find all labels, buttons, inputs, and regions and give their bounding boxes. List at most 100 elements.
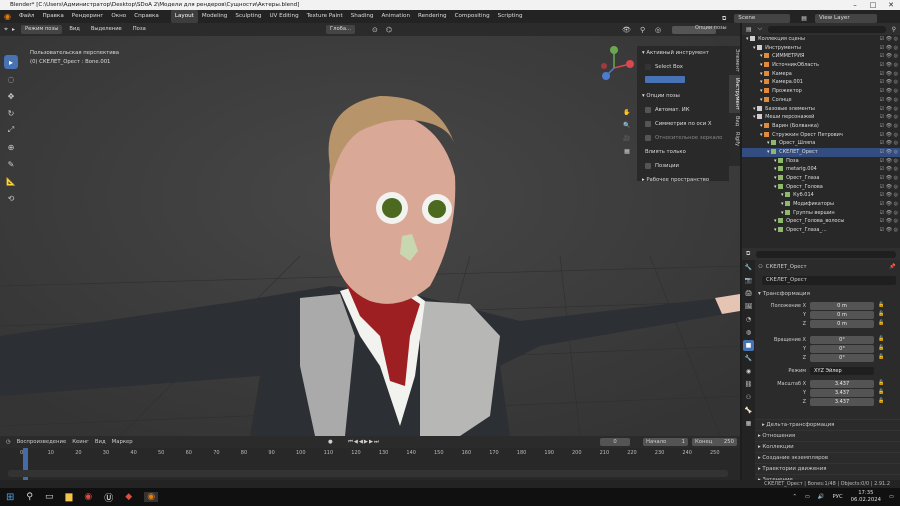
outliner-item[interactable]: ▾ Орест_Глаза ☑ 👁 ◎ [742, 174, 900, 183]
outliner-item[interactable]: ▾ Орест_Голова ☑ 👁 ◎ [742, 183, 900, 192]
zoom-icon[interactable]: ✋ [622, 107, 632, 117]
bone-properties-icon[interactable]: 🦴 [743, 405, 754, 416]
annotate-tool-icon[interactable]: ✎ [4, 157, 18, 171]
tab-layout[interactable]: Layout [170, 10, 198, 23]
properties-search-input[interactable] [756, 250, 896, 258]
windows-start-icon[interactable]: ⊞ [6, 492, 14, 503]
outliner-item[interactable]: ▾ Прожектор ☑ 👁 ◎ [742, 87, 900, 96]
timeline-editor-icon[interactable]: ◷ [6, 439, 11, 445]
x-mirror-checkbox[interactable]: Симметрия по оси X [637, 117, 729, 131]
select-mode-buttons[interactable] [645, 76, 685, 83]
timeline-area[interactable]: 0 10 20 30 40 50 60 70 80 90 100 110 120 130 140 150 160… [0, 448, 740, 480]
notifications-icon[interactable]: ▭ [889, 494, 894, 500]
pan-icon[interactable]: 🔍 [622, 120, 632, 130]
tab-compositing[interactable]: Compositing [451, 10, 494, 23]
physics-properties-icon[interactable]: ◉ [743, 366, 754, 377]
lock-icon[interactable]: 🔓 [878, 354, 884, 360]
menu-edit[interactable]: Правка [38, 10, 67, 23]
tool-properties-icon[interactable]: 🔧 [743, 262, 754, 273]
blender-taskbar-icon[interactable]: ◉ [144, 492, 159, 502]
blender-logo-icon[interactable]: ◉ [0, 10, 15, 23]
timeline-view-menu[interactable]: Вид [95, 439, 106, 445]
maximize-icon[interactable]: □ [864, 0, 882, 10]
transform-header[interactable]: ▾ Трансформация [742, 289, 900, 299]
task-view-icon[interactable]: ▭ [45, 492, 54, 502]
tab-sculpting[interactable]: Sculpting [231, 10, 265, 23]
playback-controls[interactable]: ⏮◀◀▶▶⏭ [348, 439, 380, 446]
visibility-toggle-icons[interactable]: ☑ 👁 ◎ [880, 44, 898, 53]
auto-ik-checkbox[interactable]: Автомат. ИК [637, 103, 729, 117]
delta-transform-header[interactable]: ▸ Дельта-трансформация [742, 419, 900, 430]
measure-tool-icon[interactable]: 📐 [4, 174, 18, 188]
tab-texture-paint[interactable]: Texture Paint [303, 10, 347, 23]
visibility-toggle-icons[interactable]: ☑ 👁 ◎ [880, 200, 898, 209]
properties-type-icon[interactable]: ⧉ [746, 250, 750, 258]
modifier-properties-icon[interactable]: 🔧 [743, 353, 754, 364]
outliner-type-icon[interactable]: ▤ [746, 26, 752, 33]
transform-field-rotation-y[interactable]: 0° [810, 345, 874, 353]
tab-scripting[interactable]: Scripting [494, 10, 527, 23]
tab-item[interactable]: Элемент [729, 46, 740, 75]
pivot-icon[interactable]: ⊙ [372, 26, 378, 34]
menu-pose[interactable]: Поза [129, 25, 150, 34]
marker-menu[interactable]: Маркер [112, 439, 133, 445]
rotate-tool-icon[interactable]: ↻ [4, 106, 18, 120]
outliner-item[interactable]: ▾ СИММЕТРИЯ ☑ 👁 ◎ [742, 52, 900, 61]
outliner-item[interactable]: ▾ Камера ☑ 👁 ◎ [742, 70, 900, 79]
transform-field-rotation-x[interactable]: 0° [810, 336, 874, 344]
3d-viewport[interactable]: ▸ ◌ ✥ ↻ ⤢ ⊕ ✎ 📐 ⟲ Пользовательская персп… [0, 36, 740, 436]
app-icon[interactable]: ◆ [125, 492, 132, 502]
outliner-item[interactable]: ▾ Базовые элементы ☑ 👁 ◎ [742, 105, 900, 114]
visibility-toggle-icons[interactable]: ☑ 👁 ◎ [880, 217, 898, 226]
lock-icon[interactable]: 🔓 [878, 380, 884, 386]
outliner-item[interactable]: ▾ Камера.001 ☑ 👁 ◎ [742, 78, 900, 87]
clock[interactable]: 17:35 06.02.2024 [851, 490, 881, 504]
minimize-icon[interactable]: – [846, 0, 864, 10]
property-section-header[interactable]: ▸ Отношения [742, 430, 900, 441]
filter-icon[interactable]: ⚲ [892, 26, 896, 33]
orientation-dropdown[interactable]: Глоба... [326, 25, 355, 34]
end-frame-field[interactable]: Конец 250 [692, 438, 737, 446]
menu-file[interactable]: Файл [15, 10, 38, 23]
menu-help[interactable]: Справка [130, 10, 163, 23]
constraint-properties-icon[interactable]: ⛓ [743, 379, 754, 390]
transform-field-location-y[interactable]: 0 m [810, 311, 874, 319]
outliner-item[interactable]: ▾ ИсточникОбласть ☑ 👁 ◎ [742, 61, 900, 70]
lock-icon[interactable]: 🔓 [878, 320, 884, 326]
outliner-item[interactable]: ▾ metarig.004 ☑ 👁 ◎ [742, 165, 900, 174]
lock-icon[interactable]: 🔓 [878, 302, 884, 308]
property-section-header[interactable]: ▸ Траектории движения [742, 463, 900, 474]
record-icon[interactable]: ● [328, 439, 333, 445]
relative-mirror-checkbox[interactable]: Относительное зеркало [637, 131, 729, 145]
texture-properties-icon[interactable]: ▦ [743, 418, 754, 429]
tab-modeling[interactable]: Modeling [198, 10, 231, 23]
outliner-item[interactable]: ▾ Инструменты ☑ 👁 ◎ [742, 44, 900, 53]
visibility-toggle-icons[interactable]: ☑ 👁 ◎ [880, 139, 898, 148]
tab-rigify[interactable]: Rigify [729, 129, 740, 149]
language-indicator[interactable]: РУС [833, 494, 843, 500]
tab-shading[interactable]: Shading [347, 10, 378, 23]
move-tool-icon[interactable]: ✥ [4, 89, 18, 103]
visibility-toggle-icons[interactable]: ☑ 👁 ◎ [880, 122, 898, 131]
outliner-item[interactable]: ▾ Солнце ☑ 👁 ◎ [742, 96, 900, 105]
scale-tool-icon[interactable]: ⤢ [4, 123, 18, 137]
visibility-toggle-icons[interactable]: ☑ 👁 ◎ [880, 61, 898, 70]
property-section-header[interactable]: ▸ Создание экземпляров [742, 452, 900, 463]
visibility-icon[interactable]: 👁 [622, 26, 631, 34]
visibility-toggle-icons[interactable]: ☑ 👁 ◎ [880, 209, 898, 218]
locations-checkbox[interactable]: Позиции [637, 159, 729, 173]
visibility-toggle-icons[interactable]: ☑ 👁 ◎ [880, 87, 898, 96]
lock-icon[interactable]: 🔓 [878, 311, 884, 317]
pin-icon[interactable]: 📌 [889, 264, 896, 270]
unreal-icon[interactable]: Ⓤ [104, 491, 113, 504]
transform-field-location-x[interactable]: 0 m [810, 302, 874, 310]
outliner-item[interactable]: ▾ Стружкин Орест Петрович ☑ 👁 ◎ [742, 131, 900, 140]
start-frame-field[interactable]: Начало 1 [643, 438, 688, 446]
visibility-toggle-icons[interactable]: ☑ 👁 ◎ [880, 70, 898, 79]
visibility-toggle-icons[interactable]: ☑ 👁 ◎ [880, 35, 898, 44]
property-section-header[interactable]: ▸ Коллекции [742, 441, 900, 452]
data-properties-icon[interactable]: ⚇ [743, 392, 754, 403]
transform-field-scale-z[interactable]: 3.437 [810, 398, 874, 406]
lock-icon[interactable]: 🔓 [878, 398, 884, 404]
visibility-toggle-icons[interactable]: ☑ 👁 ◎ [880, 52, 898, 61]
